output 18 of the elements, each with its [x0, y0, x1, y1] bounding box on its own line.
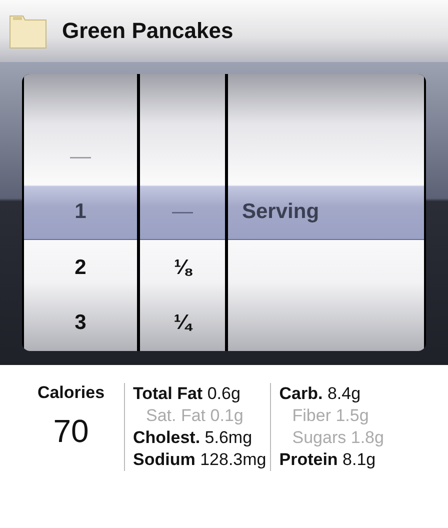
nutrient-row-text: Cholest. 5.6mg [133, 427, 254, 449]
picker-option[interactable]: ⅛ [140, 240, 225, 296]
nutrient-row: Sodium 128.3mg [133, 449, 266, 471]
calories-label: Calories [37, 383, 105, 403]
recipe-title: Green Pancakes [62, 18, 234, 44]
picker-option[interactable]: 2 [24, 240, 137, 296]
nutrient-row-text: Sugars 1.8g [291, 427, 384, 449]
picker-option[interactable]: 1 [24, 184, 137, 240]
nutrient-row-text: Sat. Fat 0.1g [145, 405, 244, 427]
calories-value: 70 [53, 413, 89, 450]
picker-option[interactable]: 3 [24, 296, 137, 351]
nutrient-row-text: Protein 8.1g [279, 449, 377, 471]
nutrient-row-text: Carb. 8.4g [279, 383, 362, 405]
nutrient-row-text: Fiber 1.5g [291, 405, 370, 427]
picker-option[interactable]: Serving [228, 184, 424, 240]
picker-option[interactable]: ¼ [140, 296, 225, 351]
picker-wheel[interactable]: Serving [228, 74, 424, 351]
nutrient-row-text: Total Fat 0.6g [133, 383, 242, 405]
